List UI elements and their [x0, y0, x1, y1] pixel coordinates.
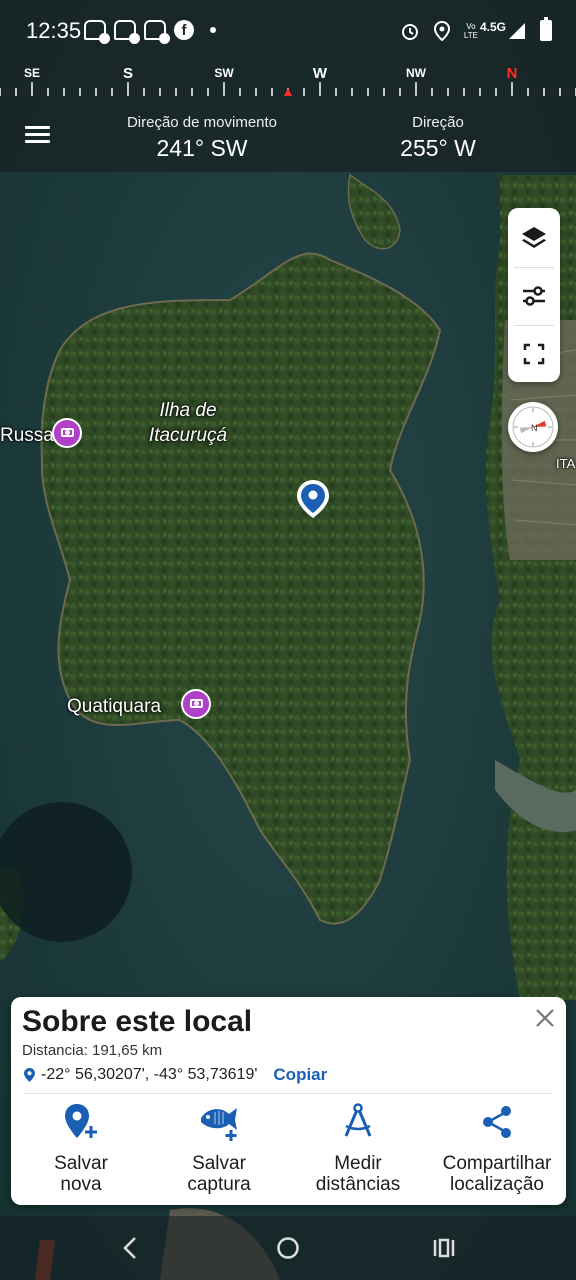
save-catch-button[interactable]: Salvar captura	[149, 1101, 289, 1195]
heading-header: Direção de movimento 241° SW Direção 255…	[0, 102, 576, 172]
svg-text:N: N	[531, 423, 538, 433]
card-title: Sobre este local	[22, 1005, 253, 1038]
distance-text: Distancia: 191,65 km	[22, 1042, 163, 1059]
facebook-icon: f	[174, 20, 194, 40]
lte-label: LTE	[463, 30, 478, 40]
more-notifications-dot-icon	[210, 27, 216, 33]
chat-notification-icon	[84, 20, 110, 44]
back-icon[interactable]	[120, 1236, 140, 1260]
compass-label-sw: SW	[214, 66, 234, 80]
poi-label-russa: Russa	[0, 425, 54, 446]
copy-button[interactable]: Copiar	[273, 1065, 327, 1085]
filters-button[interactable]	[508, 268, 560, 324]
location-info-card: Sobre este local Distancia: 191,65 km -2…	[11, 997, 566, 1205]
volte-label: Vo	[466, 21, 476, 31]
action-label-line2: localização	[450, 1174, 544, 1195]
photo-poi-icon[interactable]	[52, 418, 82, 448]
alarm-icon	[401, 23, 418, 40]
system-icons: Vo LTE 4.5G	[400, 17, 552, 41]
fullscreen-icon	[523, 343, 545, 365]
pin-icon	[24, 1068, 35, 1082]
compass-ticks	[0, 82, 576, 96]
heading-caption: Direção	[412, 114, 464, 131]
layers-icon	[522, 227, 546, 248]
coordinates-row: -22° 56,30207', -43° 53,73619' Copiar	[24, 1065, 327, 1085]
notification-icons: f	[84, 20, 216, 44]
coordinates-text: -22° 56,30207', -43° 53,73619'	[41, 1066, 258, 1083]
network-type: 4.5G	[479, 19, 506, 34]
heading-direction: Direção 255° W	[378, 114, 498, 162]
movement-direction-value: 241° SW	[156, 135, 248, 161]
add-location-icon	[65, 1104, 97, 1138]
compass-button[interactable]: N	[508, 402, 558, 452]
compass-heading-strip: SE S SW W NW N	[0, 62, 576, 102]
compass-rose-icon: N	[512, 406, 554, 448]
action-label-line2: distâncias	[315, 1174, 401, 1195]
map-controls	[508, 208, 560, 382]
fish-add-icon	[201, 1108, 237, 1141]
action-label-line1: Compartilhar	[442, 1153, 552, 1174]
recent-apps-icon[interactable]	[432, 1238, 456, 1258]
action-label-line1: Medir	[334, 1153, 382, 1174]
compass-label-s: S	[122, 65, 134, 82]
compass-label-se: SE	[23, 66, 41, 80]
share-location-button[interactable]: Compartilhar localização	[427, 1101, 567, 1195]
action-label-line2: captura	[187, 1174, 251, 1195]
movement-direction-caption: Direção de movimento	[126, 114, 278, 131]
layers-button[interactable]	[508, 210, 560, 266]
battery-icon	[540, 17, 552, 41]
heading-value: 255° W	[400, 135, 476, 161]
measure-distances-button[interactable]: Medir distâncias	[288, 1101, 428, 1195]
compass-label-w: W	[312, 65, 328, 82]
fullscreen-button[interactable]	[508, 326, 560, 382]
island-name-label: Ilha de Itacuruçá	[149, 398, 227, 448]
save-new-button[interactable]: Salvar nova	[11, 1101, 151, 1195]
chat-notification-icon	[114, 20, 140, 44]
compass-label-nw: NW	[406, 66, 426, 80]
action-label-line1: Salvar	[192, 1153, 246, 1174]
movement-direction: Direção de movimento 241° SW	[112, 114, 292, 162]
poi-label-quatiquara: Quatiquara	[67, 696, 162, 717]
action-label-line1: Salvar	[54, 1153, 108, 1174]
photo-poi-icon[interactable]	[181, 689, 211, 719]
status-bar: 12:35 f Vo LTE 4.5G	[0, 0, 576, 62]
system-navigation-bar	[0, 1216, 576, 1280]
signal-icon	[509, 22, 525, 39]
tune-sliders-icon	[523, 286, 545, 306]
chat-notification-icon	[144, 20, 170, 44]
close-icon[interactable]	[534, 1007, 556, 1029]
network-indicator: Vo LTE 4.5G	[463, 19, 526, 40]
town-label: ITA	[556, 456, 576, 471]
hamburger-menu-icon[interactable]	[25, 126, 50, 144]
location-icon	[433, 20, 450, 41]
home-icon[interactable]	[276, 1236, 300, 1260]
action-label-line2: nova	[60, 1174, 102, 1195]
compass-divider-icon	[344, 1103, 372, 1137]
share-icon	[483, 1106, 511, 1138]
clock: 12:35	[26, 18, 82, 43]
island-name-line2: Itacuruçá	[148, 425, 228, 446]
island-name-line1: Ilha de	[159, 400, 217, 421]
compass-label-n: N	[506, 65, 518, 82]
